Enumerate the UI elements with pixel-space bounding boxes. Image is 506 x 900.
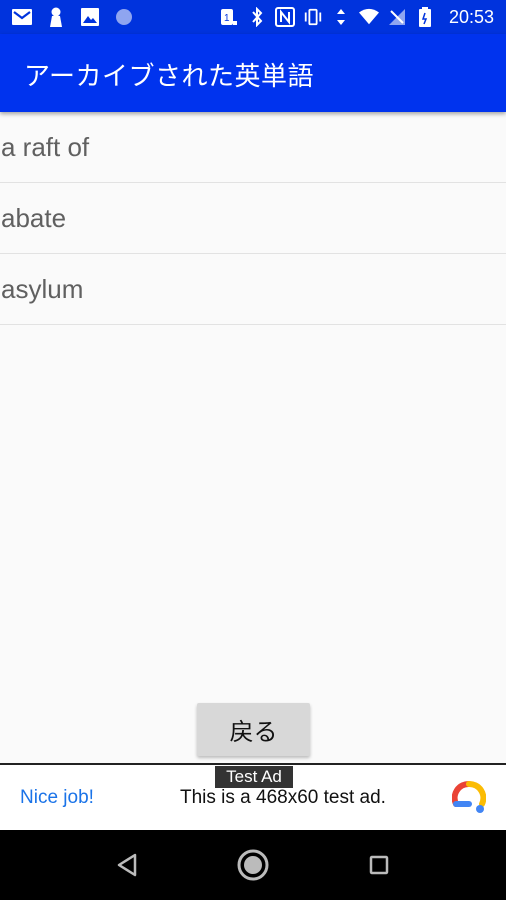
status-time: 20:53 xyxy=(448,6,494,27)
recents-square-icon[interactable] xyxy=(362,848,396,882)
ad-headline[interactable]: Nice job! xyxy=(20,787,94,809)
app-bar: アーカイブされた英単語 xyxy=(0,34,506,112)
vibrate-icon xyxy=(303,7,323,27)
data-arrows-icon xyxy=(331,7,351,27)
list-item[interactable]: asylum xyxy=(0,254,506,325)
archived-word-list: a raft of abate asylum xyxy=(0,112,506,325)
back-button[interactable]: 戻る xyxy=(197,703,310,756)
nav-bar xyxy=(0,830,506,900)
circle-icon xyxy=(114,7,134,27)
bluetooth-icon xyxy=(247,7,267,27)
list-item[interactable]: a raft of xyxy=(0,112,506,183)
no-signal-icon xyxy=(387,7,407,27)
list-item-label: abate xyxy=(1,202,67,233)
admob-logo-icon[interactable] xyxy=(451,781,487,815)
ad-label: Test Ad xyxy=(215,766,293,788)
list-item[interactable]: abate xyxy=(0,183,506,254)
ad-body[interactable]: This is a 468x60 test ad. xyxy=(180,787,386,809)
image-icon xyxy=(80,7,100,27)
keyhole-icon xyxy=(46,7,66,27)
back-triangle-icon[interactable] xyxy=(110,848,144,882)
wifi-icon xyxy=(358,7,379,27)
gmail-icon xyxy=(12,7,32,27)
page-title: アーカイブされた英単語 xyxy=(24,62,314,92)
battery-icon xyxy=(415,7,435,27)
sim-1-icon: 1 xyxy=(219,7,239,27)
svg-text:1: 1 xyxy=(224,13,230,24)
list-item-label: asylum xyxy=(1,273,84,304)
status-bar: 1 20:53 xyxy=(0,0,506,34)
status-system-icons: 1 20:53 xyxy=(219,7,494,28)
list-item-label: a raft of xyxy=(1,131,90,162)
status-notification-icons xyxy=(12,7,134,27)
nfc-icon xyxy=(274,7,295,27)
home-circle-icon[interactable] xyxy=(236,848,270,882)
